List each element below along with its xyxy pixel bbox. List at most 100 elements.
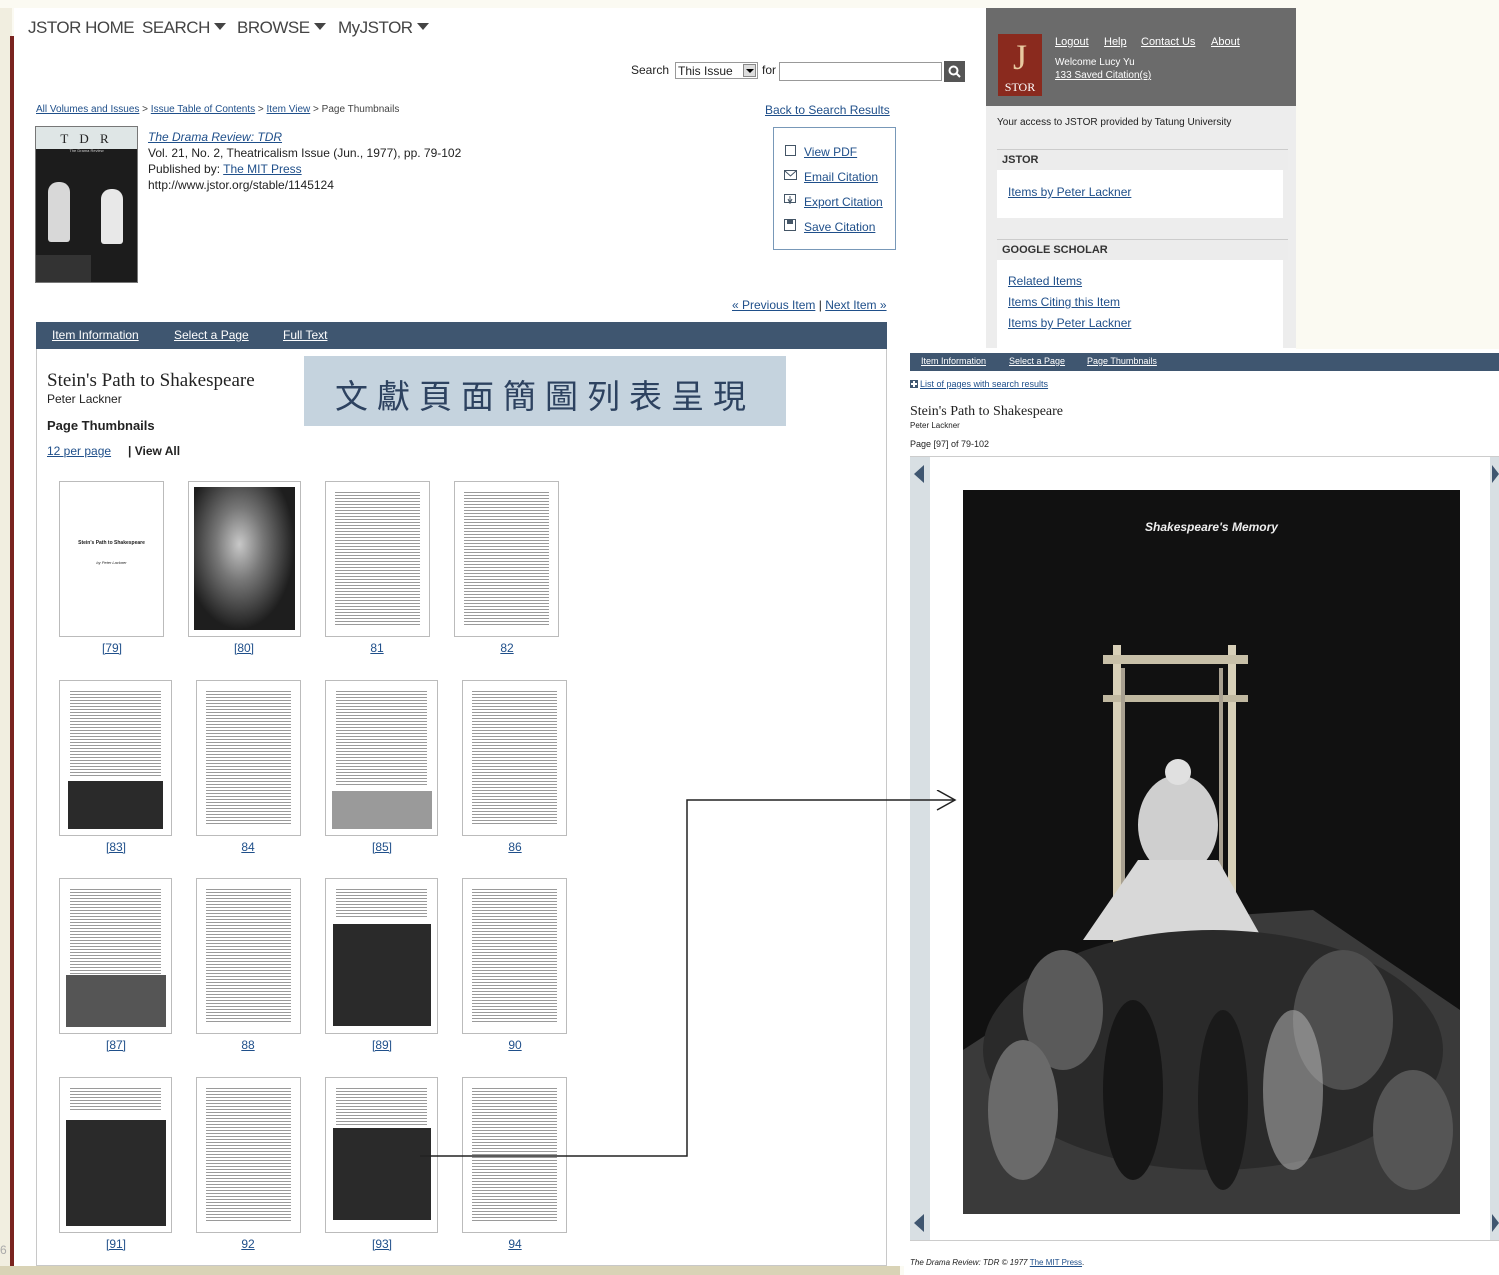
breadcrumb-item-view[interactable]: Item View <box>267 104 311 115</box>
search-scope-select[interactable]: This Issue <box>675 62 758 79</box>
items-citing-link[interactable]: Items Citing this Item <box>1008 295 1120 309</box>
chevron-down-icon <box>416 23 429 30</box>
page-thumbnail[interactable]: Stein's Path to Shakespeare by Peter Lac… <box>59 481 164 637</box>
save-disk-icon <box>784 219 796 231</box>
thumb-byline-text: by Peter Lackner <box>96 560 127 565</box>
next-page-arrow-icon <box>1492 1214 1499 1232</box>
logo-letter: J <box>1012 37 1027 77</box>
prev-page-arrow-icon <box>914 1214 924 1232</box>
page-thumbnail[interactable] <box>325 481 430 637</box>
next-page-rail[interactable] <box>1490 457 1499 1240</box>
export-citation-link[interactable]: Export Citation <box>804 195 883 209</box>
help-link[interactable]: Help <box>1104 36 1127 48</box>
tab-select-page[interactable]: Select a Page <box>174 328 249 342</box>
page-thumbnail[interactable] <box>454 481 559 637</box>
nav-home[interactable]: JSTOR HOME <box>28 18 135 38</box>
jstor-logo[interactable]: J STOR <box>998 34 1042 96</box>
search-input[interactable] <box>779 62 942 81</box>
view-all-label: | View All <box>128 444 181 458</box>
viewer-tab-page-thumbnails[interactable]: Page Thumbnails <box>1087 356 1157 366</box>
logout-link[interactable]: Logout <box>1055 36 1089 48</box>
thumbnail-label[interactable]: 92 <box>218 1237 278 1251</box>
contact-link[interactable]: Contact Us <box>1141 36 1195 48</box>
search-button[interactable] <box>944 61 965 82</box>
journal-cover-image[interactable]: T D R The Drama Review <box>35 126 138 283</box>
thumbnail-label[interactable]: [80] <box>214 641 274 655</box>
viewer-author: Peter Lackner <box>910 421 960 430</box>
cover-figure <box>48 182 70 242</box>
search-icon <box>948 65 961 78</box>
chevron-down-icon <box>313 23 326 30</box>
page-thumbnail[interactable] <box>59 1077 172 1233</box>
viewer-tab-select-page[interactable]: Select a Page <box>1009 356 1065 366</box>
next-page-arrow-icon <box>1492 465 1499 483</box>
prev-page-arrow-icon <box>914 465 924 483</box>
pager-separator: | <box>818 298 822 312</box>
related-items-link[interactable]: Related Items <box>1008 274 1082 288</box>
next-item-link[interactable]: Next Item » <box>825 298 886 312</box>
item-tab-bar: Item Information Select a Page Full Text <box>36 322 887 349</box>
thumbnail-label[interactable]: [89] <box>352 1038 412 1052</box>
tab-item-information[interactable]: Item Information <box>52 328 139 342</box>
thumbnail-label[interactable]: 94 <box>485 1237 545 1251</box>
nav-myjstor[interactable]: MyJSTOR <box>338 18 429 38</box>
logo-text: STOR <box>1004 80 1036 94</box>
breadcrumb-issue-toc[interactable]: Issue Table of Contents <box>151 104 255 115</box>
nav-browse-label: BROWSE <box>237 18 310 37</box>
page-thumbnail[interactable] <box>196 1077 301 1233</box>
search-for-label: for <box>762 63 777 77</box>
breadcrumb: All Volumes and Issues > Issue Table of … <box>36 104 399 115</box>
thumbnail-label[interactable]: [79] <box>82 641 142 655</box>
previous-item-link[interactable]: « Previous Item <box>732 298 815 312</box>
journal-title-link[interactable]: The Drama Review: TDR <box>148 130 282 144</box>
section-heading: Page Thumbnails <box>47 418 155 433</box>
nav-search[interactable]: SEARCH <box>142 18 226 38</box>
page-thumbnail[interactable] <box>196 680 301 836</box>
item-pager: « Previous Item | Next Item » <box>732 298 887 312</box>
nav-search-label: SEARCH <box>142 18 210 37</box>
publisher-link[interactable]: The MIT Press <box>223 162 301 176</box>
search-results-pages-link[interactable]: List of pages with search results <box>920 379 1048 389</box>
page-thumbnail[interactable] <box>59 680 172 836</box>
thumbnail-label[interactable]: [83] <box>86 840 146 854</box>
page-thumbnail[interactable] <box>196 878 301 1034</box>
page-thumbnail[interactable] <box>188 481 301 637</box>
breadcrumb-all-volumes[interactable]: All Volumes and Issues <box>36 104 139 115</box>
expand-plus-icon[interactable] <box>910 380 918 388</box>
about-link[interactable]: About <box>1211 36 1240 48</box>
saved-citations-link[interactable]: 133 Saved Citation(s) <box>1055 70 1151 81</box>
scanned-page-photo: Shakespeare's Memory <box>963 490 1460 1214</box>
thumbnail-label[interactable]: [87] <box>86 1038 146 1052</box>
journal-volume: Vol. 21, No. 2, Theatricalism Issue (Jun… <box>148 146 462 160</box>
page-thumbnail[interactable] <box>59 878 172 1034</box>
nav-browse[interactable]: BROWSE <box>237 18 326 38</box>
items-by-author-link[interactable]: Items by Peter Lackner <box>1008 185 1131 199</box>
thumbnail-label[interactable]: 82 <box>477 641 537 655</box>
footer-text: The Drama Review: TDR © 1977 <box>910 1258 1030 1267</box>
thumbnail-label[interactable]: [93] <box>352 1237 412 1251</box>
slide-accent-bar <box>10 36 14 1266</box>
article-author: Peter Lackner <box>47 392 122 406</box>
footer-publisher-link[interactable]: The MIT Press <box>1030 1258 1082 1267</box>
top-navigation: JSTOR HOME SEARCH BROWSE MyJSTOR <box>14 8 986 38</box>
save-citation-link[interactable]: Save Citation <box>804 220 875 234</box>
cover-title: T D R <box>60 131 113 146</box>
scholar-items-by-author-link[interactable]: Items by Peter Lackner <box>1008 316 1131 330</box>
thumbnail-label[interactable]: 88 <box>218 1038 278 1052</box>
back-to-search-link[interactable]: Back to Search Results <box>765 103 890 117</box>
jstor-box: Items by Peter Lackner <box>997 170 1283 218</box>
breadcrumb-separator: > <box>142 104 149 115</box>
tab-full-text[interactable]: Full Text <box>283 328 327 342</box>
nav-myjstor-label: MyJSTOR <box>338 18 413 37</box>
email-citation-link[interactable]: Email Citation <box>804 170 878 184</box>
viewer-tab-item-information[interactable]: Item Information <box>921 356 986 366</box>
thumbnail-label[interactable]: [85] <box>352 840 412 854</box>
slide-number: 6 <box>0 1243 7 1257</box>
thumbnail-label[interactable]: 81 <box>347 641 407 655</box>
per-page-link[interactable]: 12 per page <box>47 444 111 458</box>
view-pdf-link[interactable]: View PDF <box>804 145 857 159</box>
journal-info: The Drama Review: TDR Vol. 21, No. 2, Th… <box>148 129 461 193</box>
thumbnail-label[interactable]: [91] <box>86 1237 146 1251</box>
thumbnail-label[interactable]: 84 <box>218 840 278 854</box>
footer-period: . <box>1082 1258 1085 1267</box>
